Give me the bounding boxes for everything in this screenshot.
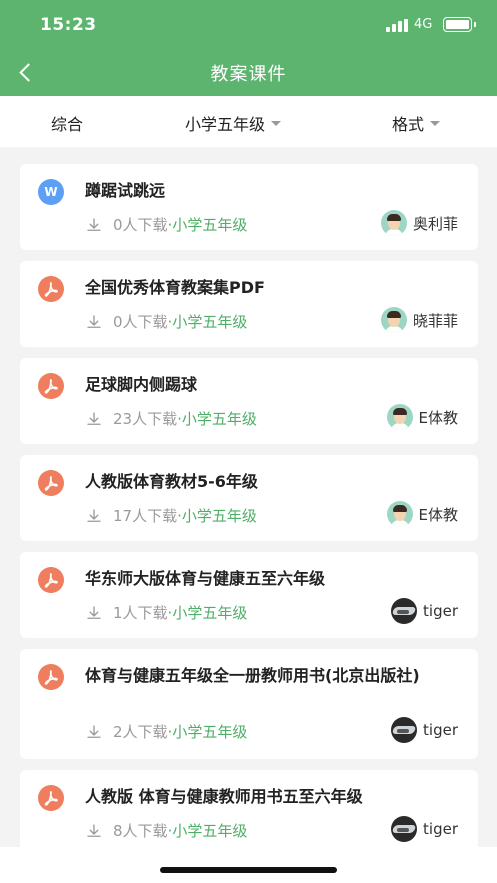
network-label: 4G [414, 17, 433, 32]
grade-label: ·小学五年级 [167, 822, 248, 840]
courseware-item[interactable]: 人教版 体育与健康教师用书五至六年级 8人下载 ·小学五年级 tiger [20, 770, 478, 856]
filter-grade[interactable]: 小学五年级 [185, 111, 282, 135]
filter-sort-label: 综合 [51, 115, 84, 134]
item-meta: 23人下载 ·小学五年级 [85, 408, 257, 429]
grade-label: ·小学五年级 [177, 410, 257, 428]
download-icon [85, 216, 103, 234]
filter-sort[interactable]: 综合 [51, 111, 83, 135]
author-name: tiger [423, 602, 458, 620]
author-name: E体教 [418, 505, 458, 524]
author[interactable]: E体教 [386, 501, 458, 527]
author[interactable]: tiger [391, 717, 458, 743]
item-title: 蹲踞试跳远 [85, 181, 166, 200]
pdf-file-icon [38, 276, 64, 302]
courseware-item[interactable]: W 蹲踞试跳远 0人下载 ·小学五年级 奥利菲 [20, 164, 478, 250]
item-meta: 2人下载 ·小学五年级 [85, 721, 247, 742]
caret-down-icon [271, 121, 282, 126]
item-title: 人教版 体育与健康教师用书五至六年级 [85, 787, 363, 806]
avatar [391, 816, 418, 842]
download-icon [85, 507, 103, 525]
app-header: 15:23 4G 教案课件 [0, 0, 497, 96]
grade-label: ·小学五年级 [167, 313, 248, 331]
download-icon [85, 822, 103, 840]
author[interactable]: 奥利菲 [380, 210, 458, 236]
signal-icon [386, 19, 408, 32]
courseware-item[interactable]: 全国优秀体育教案集PDF 0人下载 ·小学五年级 晓菲菲 [20, 261, 478, 347]
author[interactable]: E体教 [386, 404, 458, 430]
courseware-item[interactable]: 足球脚内侧踢球 23人下载 ·小学五年级 E体教 [20, 358, 478, 444]
download-icon [85, 313, 103, 331]
courseware-list: W 蹲踞试跳远 0人下载 ·小学五年级 奥利菲 全国优秀体育教案集PDF 0人下载 ·小学五年… [20, 164, 478, 867]
battery-icon [443, 17, 476, 32]
item-title: 华东师大版体育与健康五至六年级 [85, 569, 326, 588]
bottom-safe-area [0, 847, 497, 883]
home-indicator [160, 867, 337, 873]
word-badge-text: W [44, 185, 58, 199]
page-title: 教案课件 [210, 64, 287, 85]
status-time: 15:23 [40, 15, 97, 35]
courseware-item[interactable]: 体育与健康五年级全一册教师用书(北京出版社) 2人下载 ·小学五年级 tiger [20, 649, 478, 759]
filter-format-label: 格式 [392, 115, 425, 134]
avatar [380, 307, 407, 333]
pdf-file-icon [38, 470, 64, 496]
filter-bar: 综合 小学五年级 格式 [0, 96, 497, 147]
courseware-item[interactable]: 华东师大版体育与健康五至六年级 1人下载 ·小学五年级 tiger [20, 552, 478, 638]
grade-label: ·小学五年级 [167, 604, 248, 622]
download-count: 0人下载 [113, 216, 168, 234]
item-title: 体育与健康五年级全一册教师用书(北京出版社) [85, 666, 420, 685]
filter-grade-label: 小学五年级 [185, 115, 266, 134]
pdf-file-icon [38, 567, 64, 593]
download-count: 2人下载 [113, 723, 168, 741]
filter-format[interactable]: 格式 [392, 111, 441, 135]
download-count: 8人下载 [113, 822, 168, 840]
download-icon [85, 410, 103, 428]
item-meta: 8人下载 ·小学五年级 [85, 820, 247, 841]
grade-label: ·小学五年级 [167, 723, 248, 741]
author-name: tiger [423, 721, 458, 739]
avatar [386, 501, 413, 527]
pdf-file-icon [38, 664, 64, 690]
download-count: 23人下载 [113, 410, 178, 428]
author-name: E体教 [418, 408, 458, 427]
author-name: 晓菲菲 [412, 311, 458, 330]
pdf-file-icon [38, 373, 64, 399]
download-count: 17人下载 [113, 507, 178, 525]
download-icon [85, 723, 103, 741]
item-title: 足球脚内侧踢球 [85, 375, 198, 394]
caret-down-icon [430, 121, 441, 126]
download-icon [85, 604, 103, 622]
item-meta: 1人下载 ·小学五年级 [85, 602, 247, 623]
avatar [380, 210, 407, 236]
item-meta: 17人下载 ·小学五年级 [85, 505, 257, 526]
author[interactable]: 晓菲菲 [380, 307, 458, 333]
word-file-icon: W [38, 179, 64, 205]
author-name: 奥利菲 [412, 214, 458, 233]
download-count: 1人下载 [113, 604, 168, 622]
item-meta: 0人下载 ·小学五年级 [85, 214, 247, 235]
avatar [391, 598, 418, 624]
courseware-item[interactable]: 人教版体育教材5-6年级 17人下载 ·小学五年级 E体教 [20, 455, 478, 541]
author[interactable]: tiger [391, 816, 458, 842]
item-meta: 0人下载 ·小学五年级 [85, 311, 247, 332]
avatar [391, 717, 418, 743]
grade-label: ·小学五年级 [167, 216, 248, 234]
item-title: 人教版体育教材5-6年级 [85, 472, 258, 491]
status-bar: 15:23 4G [0, 0, 497, 50]
avatar [386, 404, 413, 430]
author-name: tiger [423, 820, 458, 838]
item-title: 全国优秀体育教案集PDF [85, 278, 265, 297]
download-count: 0人下载 [113, 313, 168, 331]
author[interactable]: tiger [391, 598, 458, 624]
grade-label: ·小学五年级 [177, 507, 257, 525]
pdf-file-icon [38, 785, 64, 811]
